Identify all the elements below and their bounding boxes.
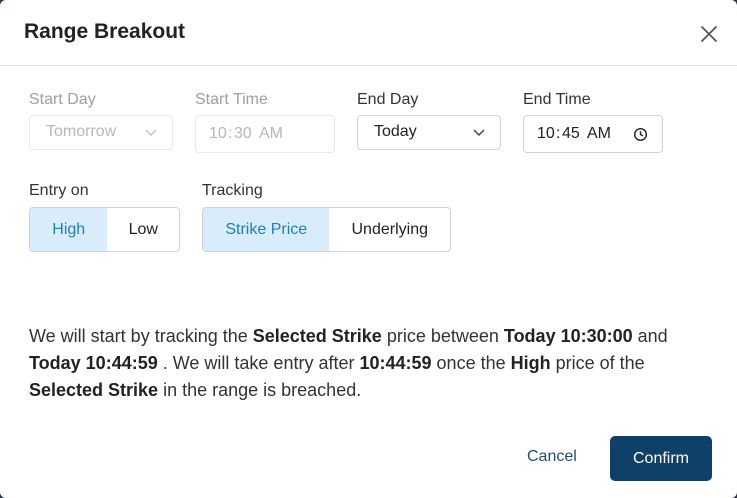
tracking-toggle: Strike Price Underlying [202,207,451,252]
end-day-value: Today [374,123,417,140]
chevron-down-icon [473,129,485,137]
start-time-minute: 30 [234,125,252,142]
tracking-strike-price-option[interactable]: Strike Price [203,208,330,251]
end-day-select[interactable]: Today [357,115,501,150]
entry-on-toggle: High Low [29,207,180,252]
start-time-label: Start Time [195,91,268,108]
start-day-label: Start Day [29,91,96,108]
close-icon[interactable] [697,22,721,46]
chevron-down-icon [145,129,157,137]
range-breakout-dialog: Range Breakout Start Day Tomorrow Start … [0,0,737,498]
entry-on-label: Entry on [29,182,89,199]
summary-text: We will start by tracking the Selected S… [29,326,668,400]
start-time-input: 10 : 30 AM [195,115,335,153]
dialog-title: Range Breakout [24,20,186,43]
start-day-value: Tomorrow [46,123,117,140]
start-day-select: Tomorrow [29,115,173,150]
end-day-label: End Day [357,91,419,108]
start-time-hour: 10 [209,125,227,142]
dialog-header: Range Breakout [0,0,737,66]
end-time-hour[interactable]: 10 [537,125,555,143]
end-time-label: End Time [523,91,591,108]
end-time-ampm[interactable]: AM [587,125,611,143]
tracking-label: Tracking [202,182,263,199]
end-time-input[interactable]: 10 : 45 AM [523,115,663,153]
tracking-underlying-option[interactable]: Underlying [329,208,450,251]
cancel-button[interactable]: Cancel [527,448,577,466]
confirm-button[interactable]: Confirm [610,436,712,481]
entry-on-high-option[interactable]: High [30,208,108,251]
entry-on-low-option[interactable]: Low [107,208,179,251]
end-time-minute[interactable]: 45 [562,125,580,143]
clock-icon[interactable] [633,127,648,142]
start-time-ampm: AM [259,125,283,142]
